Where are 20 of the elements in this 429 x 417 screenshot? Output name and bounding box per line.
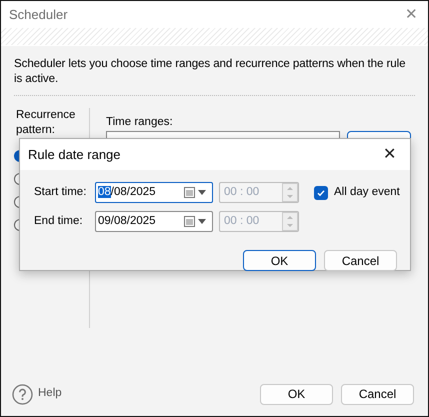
field-label: Start time: [34, 184, 88, 200]
help-icon[interactable] [12, 384, 33, 404]
time-ranges-label: Time ranges: [106, 115, 174, 129]
checkbox-label: All day event [334, 184, 400, 200]
field-label: End time: [34, 214, 84, 229]
dialog-button[interactable]: OK [260, 384, 333, 404]
dialog-button[interactable]: Cancel [324, 250, 397, 271]
dialog-button[interactable]: OK [243, 250, 316, 271]
close-button[interactable]: ✕ [377, 146, 402, 164]
recurrence-label: Recurrence pattern: [16, 108, 76, 138]
calendar-dropdown-icon[interactable] [184, 216, 208, 227]
help-link[interactable]: Help [38, 385, 62, 403]
window-title: Scheduler [9, 6, 68, 24]
dialog-title: Rule date range [28, 146, 121, 164]
calendar-dropdown-icon[interactable] [184, 187, 208, 198]
description-text: Scheduler lets you choose time ranges and recurrence patterns when the rule is active. [13, 56, 406, 86]
checkbox[interactable] [314, 186, 328, 200]
dialog-button[interactable]: Cancel [341, 384, 414, 404]
date-picker[interactable]: 09/08/2025 [95, 211, 213, 232]
close-button[interactable]: ✕ [403, 7, 420, 22]
